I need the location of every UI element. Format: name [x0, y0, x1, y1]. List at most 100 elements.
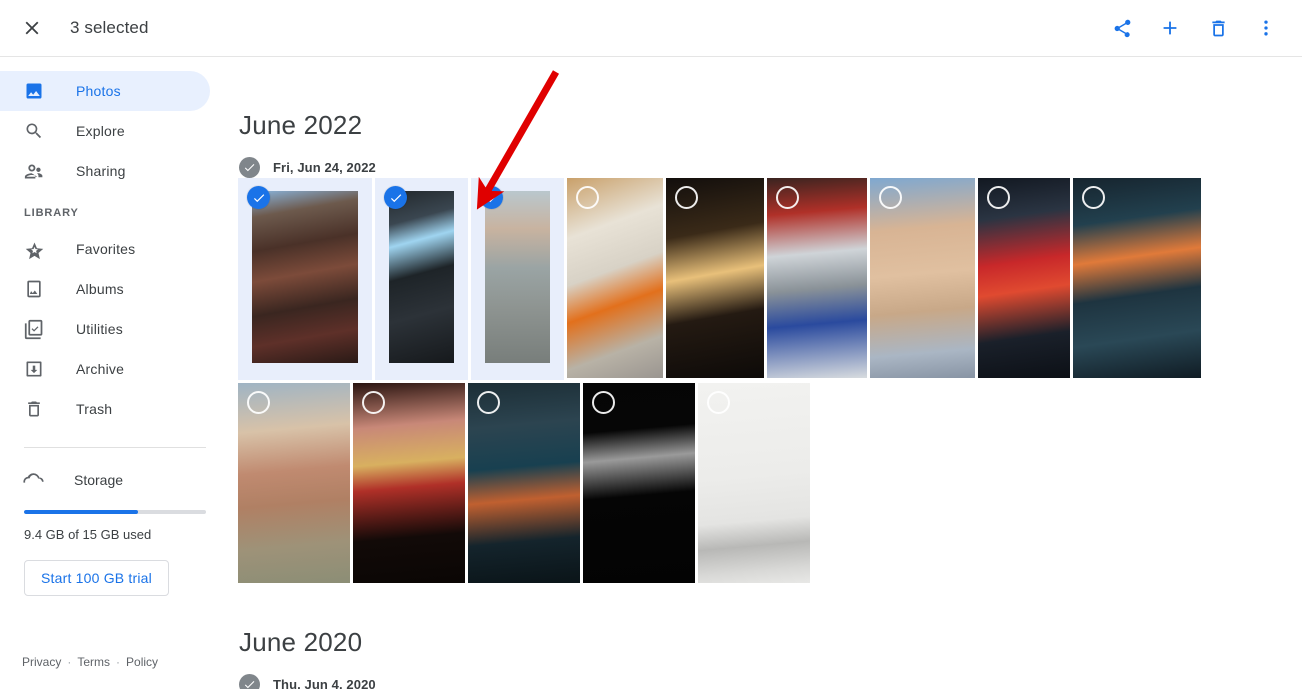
sidebar-item-archive[interactable]: Archive [0, 349, 210, 389]
photo-thumbnail [567, 178, 663, 378]
selection-toolbar: 3 selected [0, 0, 1302, 57]
trash-icon [22, 397, 46, 421]
photo-tile-venice-canal[interactable] [238, 383, 350, 583]
photo-thumbnail [978, 178, 1070, 378]
photo-select-checkbox[interactable] [675, 186, 698, 209]
photo-select-checkbox[interactable] [477, 391, 500, 414]
photo-row [238, 383, 1302, 583]
photo-select-checkbox[interactable] [776, 186, 799, 209]
sidebar-item-utilities[interactable]: Utilities [0, 309, 210, 349]
footer-links: Privacy · Terms · Policy [22, 655, 158, 669]
photo-tile-street-pole[interactable] [471, 178, 564, 380]
storage-label: Storage [74, 472, 124, 488]
sidebar-navigation: Photos Explore Sharing LIBRARY Favorites… [0, 57, 230, 689]
check-icon [244, 681, 255, 689]
photo-select-checkbox[interactable] [879, 186, 902, 209]
day-select-checkbox[interactable] [239, 157, 260, 178]
photo-tile-manga-panel[interactable] [583, 383, 695, 583]
privacy-link[interactable]: Privacy [22, 655, 61, 669]
photo-selected-checkbox[interactable] [247, 186, 270, 209]
check-icon [244, 164, 255, 172]
storage-link[interactable]: Storage [0, 460, 230, 500]
more-vert-icon [1264, 20, 1268, 36]
day-header-row: Thu, Jun 4, 2020 [239, 674, 1302, 689]
terms-link[interactable]: Terms [77, 655, 110, 669]
close-icon [25, 21, 39, 35]
sidebar-item-label: Utilities [76, 321, 123, 337]
sidebar-item-favorites[interactable]: Favorites [0, 229, 210, 269]
utilities-icon [22, 317, 46, 341]
trash-icon [1211, 20, 1225, 36]
photo-icon [22, 79, 46, 103]
photo-row [238, 178, 1302, 380]
plus-icon [1163, 21, 1177, 35]
photo-selected-checkbox[interactable] [384, 186, 407, 209]
photo-select-checkbox[interactable] [247, 391, 270, 414]
photo-select-checkbox[interactable] [707, 391, 730, 414]
sidebar-item-albums[interactable]: Albums [0, 269, 210, 309]
day-date-label: Fri, Jun 24, 2022 [273, 160, 376, 175]
day-date-label: Thu, Jun 4, 2020 [273, 677, 376, 689]
photo-tile-book-pages[interactable] [353, 383, 465, 583]
footer-separator: · [116, 655, 121, 669]
sidebar-item-label: Trash [76, 401, 113, 417]
day-select-checkbox[interactable] [239, 674, 260, 689]
check-icon [253, 193, 264, 202]
start-trial-button[interactable]: Start 100 GB trial [24, 560, 169, 596]
photo-select-checkbox[interactable] [362, 391, 385, 414]
share-button[interactable] [1100, 6, 1144, 50]
photo-tile-blue-alley[interactable] [1073, 178, 1201, 378]
photo-tile-alley-red[interactable] [238, 178, 372, 380]
add-button[interactable] [1148, 6, 1192, 50]
photo-select-checkbox[interactable] [1082, 186, 1105, 209]
storage-progress-fill [24, 510, 139, 514]
google-photos-app: 3 selected Photos Explore Sharing LIBRAR… [0, 0, 1302, 689]
photo-grid-main: June 2022 Fri, Jun 24, 2022 June 2020 Th… [230, 57, 1302, 689]
share-icon [1114, 19, 1130, 37]
photo-tile-vending[interactable] [567, 178, 663, 378]
policy-link[interactable]: Policy [126, 655, 158, 669]
photo-tile-cyber-street[interactable] [468, 383, 580, 583]
sidebar-item-label: Albums [76, 281, 124, 297]
footer-separator: · [67, 655, 72, 669]
photo-tile-neon-red[interactable] [978, 178, 1070, 378]
photo-tile-stairs-night[interactable] [375, 178, 468, 380]
album-icon [22, 277, 46, 301]
delete-button[interactable] [1196, 6, 1240, 50]
sidebar-item-trash[interactable]: Trash [0, 389, 210, 429]
photo-tile-konbini[interactable] [870, 178, 975, 378]
sidebar-item-explore[interactable]: Explore [0, 111, 210, 151]
photo-select-checkbox[interactable] [987, 186, 1010, 209]
storage-progress-bar [24, 510, 206, 514]
photo-select-checkbox[interactable] [576, 186, 599, 209]
photo-select-checkbox[interactable] [592, 391, 615, 414]
sidebar-item-label: Archive [76, 361, 125, 377]
search-icon [22, 119, 46, 143]
sidebar-item-label: Photos [76, 83, 121, 99]
photo-thumbnail [485, 191, 550, 363]
photo-thumbnail [252, 191, 358, 363]
photo-thumbnail [666, 178, 764, 378]
check-icon [390, 193, 401, 202]
photo-tile-lanterns[interactable] [666, 178, 764, 378]
month-heading: June 2022 [239, 110, 363, 140]
photo-selected-checkbox[interactable] [480, 186, 503, 209]
photo-tile-crossing[interactable] [767, 178, 867, 378]
close-selection-button[interactable] [12, 8, 52, 48]
selection-count-label: 3 selected [70, 18, 149, 37]
month-section-june-2020: June 2020 Thu, Jun 4, 2020 [230, 627, 1302, 689]
library-section-header: LIBRARY [24, 207, 79, 219]
people-icon [22, 159, 46, 183]
day-header-row: Fri, Jun 24, 2022 [239, 157, 1302, 178]
month-heading: June 2020 [239, 627, 363, 657]
sidebar-item-sharing[interactable]: Sharing [0, 151, 210, 191]
photo-thumbnail [389, 191, 454, 363]
photo-tile-bw-cars[interactable] [698, 383, 810, 583]
sidebar-item-photos[interactable]: Photos [0, 71, 210, 111]
sidebar-item-label: Explore [76, 123, 125, 139]
cloud-icon [22, 467, 44, 494]
more-button[interactable] [1244, 6, 1288, 50]
storage-usage-text: 9.4 GB of 15 GB used [24, 527, 152, 542]
check-icon [486, 193, 497, 202]
sidebar-item-label: Sharing [76, 163, 126, 179]
